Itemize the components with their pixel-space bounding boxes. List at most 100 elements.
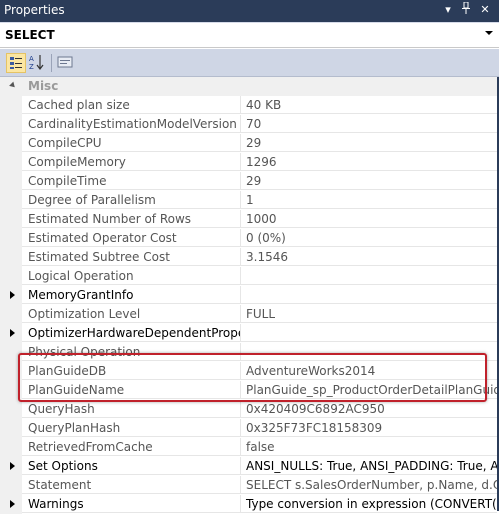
expand-icon[interactable]	[10, 500, 15, 508]
alphabetical-icon: A Z	[29, 55, 44, 71]
svg-text:Z: Z	[29, 63, 34, 71]
property-value[interactable]: SELECT s.SalesOrderNumber, p.Name, d.Ord…	[241, 476, 497, 494]
property-row[interactable]: Logical Operation	[0, 267, 497, 286]
property-name: Cached plan size	[22, 96, 241, 114]
properties-toolbar: A Z	[0, 49, 499, 77]
property-name: CardinalityEstimationModelVersion	[22, 115, 241, 133]
row-gutter	[0, 115, 22, 134]
property-value[interactable]: false	[241, 438, 497, 456]
property-name: Degree of Parallelism	[22, 191, 241, 209]
property-row[interactable]: Set Options ANSI_NULLS: True, ANSI_PADDIN…	[0, 457, 497, 476]
property-value[interactable]: AdventureWorks2014	[241, 362, 497, 380]
alphabetical-button[interactable]: A Z	[28, 53, 48, 73]
chevron-down-icon[interactable]	[485, 31, 493, 35]
property-row[interactable]: OptimizerHardwareDependentProperties	[0, 324, 497, 343]
property-value[interactable]	[241, 343, 497, 361]
property-name: CompileCPU	[22, 134, 241, 152]
property-row[interactable]: CompileCPU 29	[0, 134, 497, 153]
property-value[interactable]: 70	[241, 115, 497, 133]
row-gutter	[0, 324, 22, 343]
categorized-button[interactable]	[6, 53, 26, 73]
property-row[interactable]: PlanGuideName PlanGuide_sp_ProductOrderDe…	[0, 381, 497, 400]
pin-icon[interactable]	[458, 1, 474, 18]
category-misc[interactable]: Misc	[0, 77, 497, 96]
property-row[interactable]: Degree of Parallelism 1	[0, 191, 497, 210]
object-selector-value: SELECT	[5, 28, 55, 42]
property-row[interactable]: Statement SELECT s.SalesOrderNumber, p.Na…	[0, 476, 497, 495]
property-name: Estimated Subtree Cost	[22, 248, 241, 266]
property-name: PlanGuideDB	[22, 362, 241, 380]
property-row[interactable]: CompileMemory 1296	[0, 153, 497, 172]
object-selector[interactable]: SELECT	[0, 22, 499, 48]
property-row[interactable]: Estimated Operator Cost 0 (0%)	[0, 229, 497, 248]
property-row[interactable]: MemoryGrantInfo	[0, 286, 497, 305]
row-gutter	[0, 305, 22, 324]
property-name: QueryHash	[22, 400, 241, 418]
property-name: Estimated Operator Cost	[22, 229, 241, 247]
property-name: MemoryGrantInfo	[22, 286, 241, 304]
panel-title: Properties	[4, 3, 65, 17]
property-row[interactable]: CardinalityEstimationModelVersion 70	[0, 115, 497, 134]
property-value[interactable]	[241, 286, 497, 304]
property-value[interactable]: 0x325F73FC18158309	[241, 419, 497, 437]
svg-text:A: A	[29, 55, 34, 63]
property-row[interactable]: Estimated Number of Rows 1000	[0, 210, 497, 229]
property-row[interactable]: Optimization Level FULL	[0, 305, 497, 324]
property-name: RetrievedFromCache	[22, 438, 241, 456]
property-pages-icon	[57, 56, 73, 68]
dropdown-icon[interactable]: ▾	[440, 2, 456, 18]
row-gutter	[0, 419, 22, 438]
close-icon[interactable]: ✕	[477, 2, 493, 18]
property-value[interactable]	[241, 267, 497, 285]
property-value[interactable]: 29	[241, 172, 497, 190]
property-name: OptimizerHardwareDependentProperties	[22, 324, 241, 342]
property-value[interactable]: PlanGuide_sp_ProductOrderDetailPlanGuide	[241, 381, 497, 399]
row-gutter	[0, 381, 22, 400]
row-gutter	[0, 96, 22, 115]
property-row[interactable]: CompileTime 29	[0, 172, 497, 191]
property-value[interactable]: 40 KB	[241, 96, 497, 114]
expand-icon[interactable]	[10, 462, 15, 470]
property-row[interactable]: Estimated Subtree Cost 3.1546	[0, 248, 497, 267]
row-gutter	[0, 229, 22, 248]
expand-icon[interactable]	[10, 329, 15, 337]
property-value[interactable]: 0 (0%)	[241, 229, 497, 247]
property-name: Logical Operation	[22, 267, 241, 285]
property-name: Warnings	[22, 495, 241, 513]
property-value[interactable]: 1000	[241, 210, 497, 228]
property-value[interactable]: ANSI_NULLS: True, ANSI_PADDING: True, AN…	[241, 457, 497, 475]
row-gutter	[0, 267, 22, 286]
property-grid: Misc Cached plan size 40 KB CardinalityEst…	[0, 77, 497, 514]
property-name: Estimated Number of Rows	[22, 210, 241, 228]
expand-icon[interactable]	[10, 291, 15, 299]
property-row[interactable]: QueryPlanHash 0x325F73FC18158309	[0, 419, 497, 438]
row-gutter	[0, 134, 22, 153]
property-value[interactable]: FULL	[241, 305, 497, 323]
row-gutter	[0, 438, 22, 457]
categorized-icon	[10, 57, 22, 69]
property-value[interactable]: 29	[241, 134, 497, 152]
property-value[interactable]: 0x420409C6892AC950	[241, 400, 497, 418]
row-gutter	[0, 495, 22, 514]
property-value[interactable]: Type conversion in expression (CONVERT(n…	[241, 495, 497, 513]
category-label: Misc	[28, 79, 59, 93]
property-value[interactable]: 1	[241, 191, 497, 209]
row-gutter	[0, 457, 22, 476]
property-name: QueryPlanHash	[22, 419, 241, 437]
property-name: Physical Operation	[22, 343, 241, 361]
property-row[interactable]: PlanGuideDB AdventureWorks2014	[0, 362, 497, 381]
property-value[interactable]: 1296	[241, 153, 497, 171]
property-row[interactable]: RetrievedFromCache false	[0, 438, 497, 457]
property-value[interactable]	[241, 324, 497, 342]
property-row[interactable]: QueryHash 0x420409C6892AC950	[0, 400, 497, 419]
collapse-icon[interactable]	[9, 81, 17, 90]
row-gutter	[0, 191, 22, 210]
property-value[interactable]: 3.1546	[241, 248, 497, 266]
property-pages-button[interactable]	[56, 53, 76, 73]
row-gutter	[0, 343, 22, 362]
property-row[interactable]: Physical Operation	[0, 343, 497, 362]
property-name: PlanGuideName	[22, 381, 241, 399]
property-name: CompileTime	[22, 172, 241, 190]
property-row[interactable]: Cached plan size 40 KB	[0, 96, 497, 115]
property-row[interactable]: Warnings Type conversion in expression (C…	[0, 495, 497, 514]
